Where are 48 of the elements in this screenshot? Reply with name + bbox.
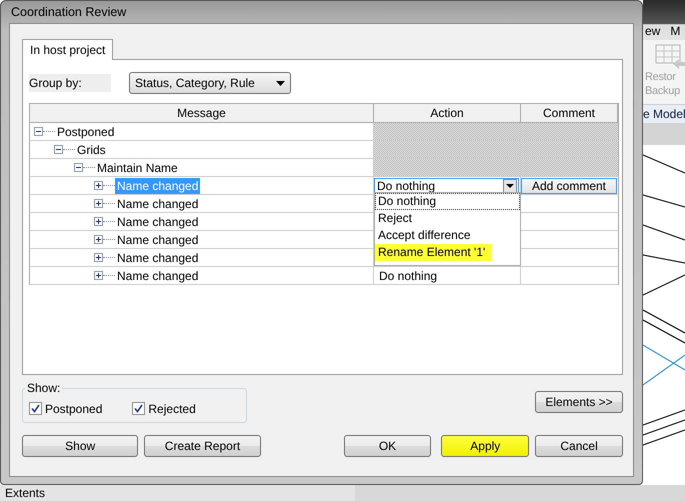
column-header[interactable]: Message [30,104,374,122]
window-title: Coordination Review [11,5,126,19]
group-by-label: Group by: [29,74,111,92]
dialog-button[interactable]: Cancel [535,435,623,457]
dialog-button[interactable]: Show [22,435,138,457]
ribbon-tab[interactable]: M [670,24,680,38]
tree-item[interactable]: Name changed [115,214,200,230]
dropdown-option[interactable]: Accept difference [375,227,520,244]
tree-item[interactable]: Maintain Name [95,160,180,176]
tree-item[interactable]: Name changed [115,268,200,284]
tree-item[interactable]: Grids [75,142,108,158]
collapse-icon[interactable] [74,163,83,172]
checkbox-label: Postponed [45,402,102,416]
group-by-dropdown[interactable]: Status, Category, Rule [129,72,291,94]
dialog-button[interactable]: Apply [441,435,530,457]
panel-title: e Model [643,106,685,121]
column-header[interactable]: Action [374,104,521,122]
caret-icon [276,80,285,86]
ribbon-tab[interactable]: ew [645,24,660,38]
add-comment-button[interactable]: Add comment [521,178,617,194]
expand-icon[interactable] [94,253,103,262]
column-header[interactable]: Comment [521,104,618,122]
tree-item[interactable]: Name changed [115,232,200,248]
expand-icon[interactable] [94,181,103,190]
dialog-button[interactable]: Create Report [144,435,261,457]
action-text: Do nothing [378,268,438,282]
action-dropdown[interactable]: Do nothing [374,178,519,194]
tab[interactable]: In host project [22,39,114,60]
tree-item[interactable]: Postponed [55,124,116,140]
dialog-button[interactable]: OK [344,435,432,457]
dropdown-option[interactable]: Do nothing [375,193,520,210]
caret-icon [506,184,514,188]
tree-item[interactable]: Name changed [115,250,200,266]
elements-button[interactable]: Elements >> [535,391,623,413]
expand-icon[interactable] [94,271,103,280]
panel-title: Extents [5,486,46,500]
collapse-icon[interactable] [54,145,63,154]
expand-icon[interactable] [94,217,103,226]
dropdown-option[interactable]: Rename Element '1' [375,244,492,261]
checkbox[interactable] [132,402,146,415]
collapse-icon[interactable] [34,127,43,136]
expand-icon[interactable] [94,235,103,244]
dropdown-option[interactable]: Reject [375,210,520,227]
checkbox-label: Rejected [148,402,196,416]
group-label: Show: [26,381,62,395]
expand-icon[interactable] [94,199,103,208]
tree-item[interactable]: Name changed [115,196,200,212]
checkbox[interactable] [29,402,42,415]
